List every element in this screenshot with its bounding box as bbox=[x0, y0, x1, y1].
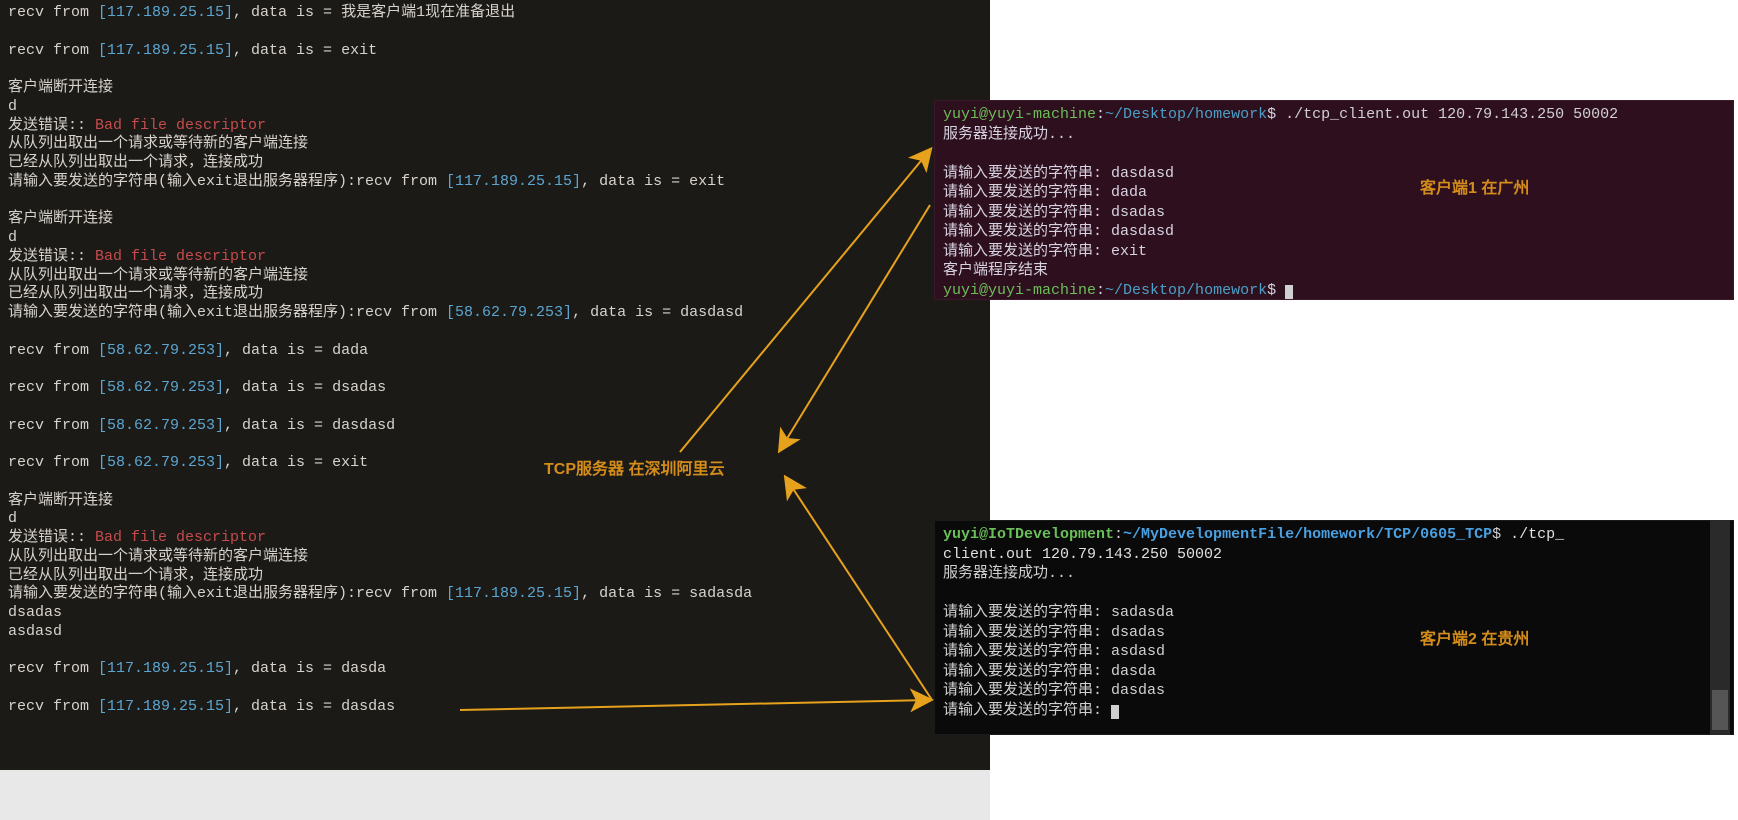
terminal-line: d bbox=[8, 229, 982, 248]
terminal-line bbox=[8, 473, 982, 492]
terminal-line: recv from [58.62.79.253], data is = dada bbox=[8, 342, 982, 361]
terminal-line bbox=[8, 192, 982, 211]
client2-scrollbar[interactable] bbox=[1710, 520, 1730, 735]
terminal-line bbox=[8, 642, 982, 661]
terminal-line: recv from [58.62.79.253], data is = dasd… bbox=[8, 417, 982, 436]
terminal-line bbox=[8, 60, 982, 79]
terminal-line bbox=[8, 679, 982, 698]
terminal-line: d bbox=[8, 98, 982, 117]
client2-terminal[interactable]: yuyi@IoTDevelopment:~/MyDevelopmentFile/… bbox=[934, 520, 1734, 735]
terminal-line: recv from [58.62.79.253], data is = exit bbox=[8, 454, 982, 473]
terminal-line bbox=[8, 323, 982, 342]
terminal-line: 客户端断开连接 bbox=[8, 79, 982, 98]
terminal-line: 从队列出取出一个请求或等待新的客户端连接 bbox=[8, 548, 982, 567]
terminal-line bbox=[8, 435, 982, 454]
terminal-line: d bbox=[8, 510, 982, 529]
terminal-line: 已经从队列出取出一个请求，连接成功 bbox=[8, 154, 982, 173]
label-server: TCP服务器 在深圳阿里云 bbox=[544, 455, 724, 479]
server-terminal[interactable]: recv from [117.189.25.15], data is = 我是客… bbox=[0, 0, 990, 770]
terminal-line: 请输入要发送的字符串(输入exit退出服务器程序):recv from [117… bbox=[8, 585, 982, 604]
terminal-line bbox=[8, 23, 982, 42]
terminal-line: 从队列出取出一个请求或等待新的客户端连接 bbox=[8, 267, 982, 286]
terminal-line: 请输入要发送的字符串(输入exit退出服务器程序):recv from [117… bbox=[8, 173, 982, 192]
terminal-line: 发送错误:: Bad file descriptor bbox=[8, 248, 982, 267]
terminal-line: recv from [117.189.25.15], data is = 我是客… bbox=[8, 4, 982, 23]
terminal-line: 发送错误:: Bad file descriptor bbox=[8, 529, 982, 548]
server-terminal-bottom-bar bbox=[0, 770, 990, 820]
terminal-line: dsadas bbox=[8, 604, 982, 623]
terminal-line: 客户端断开连接 bbox=[8, 210, 982, 229]
terminal-line: 已经从队列出取出一个请求，连接成功 bbox=[8, 567, 982, 586]
terminal-line: 客户端断开连接 bbox=[8, 492, 982, 511]
terminal-line: 发送错误:: Bad file descriptor bbox=[8, 117, 982, 136]
terminal-line bbox=[8, 398, 982, 417]
terminal-line: asdasd bbox=[8, 623, 982, 642]
terminal-line: recv from [117.189.25.15], data is = das… bbox=[8, 698, 982, 717]
label-client1: 客户端1 在广州 bbox=[1420, 174, 1529, 198]
terminal-line: recv from [58.62.79.253], data is = dsad… bbox=[8, 379, 982, 398]
label-client2: 客户端2 在贵州 bbox=[1420, 625, 1529, 649]
terminal-line: 已经从队列出取出一个请求，连接成功 bbox=[8, 285, 982, 304]
terminal-line: 从队列出取出一个请求或等待新的客户端连接 bbox=[8, 135, 982, 154]
client2-scrollbar-thumb[interactable] bbox=[1712, 690, 1728, 730]
terminal-line: 请输入要发送的字符串(输入exit退出服务器程序):recv from [58.… bbox=[8, 304, 982, 323]
terminal-line bbox=[8, 360, 982, 379]
client1-terminal[interactable]: yuyi@yuyi-machine:~/Desktop/homework$ ./… bbox=[934, 100, 1734, 300]
terminal-line: recv from [117.189.25.15], data is = das… bbox=[8, 660, 982, 679]
terminal-line: recv from [117.189.25.15], data is = exi… bbox=[8, 42, 982, 61]
